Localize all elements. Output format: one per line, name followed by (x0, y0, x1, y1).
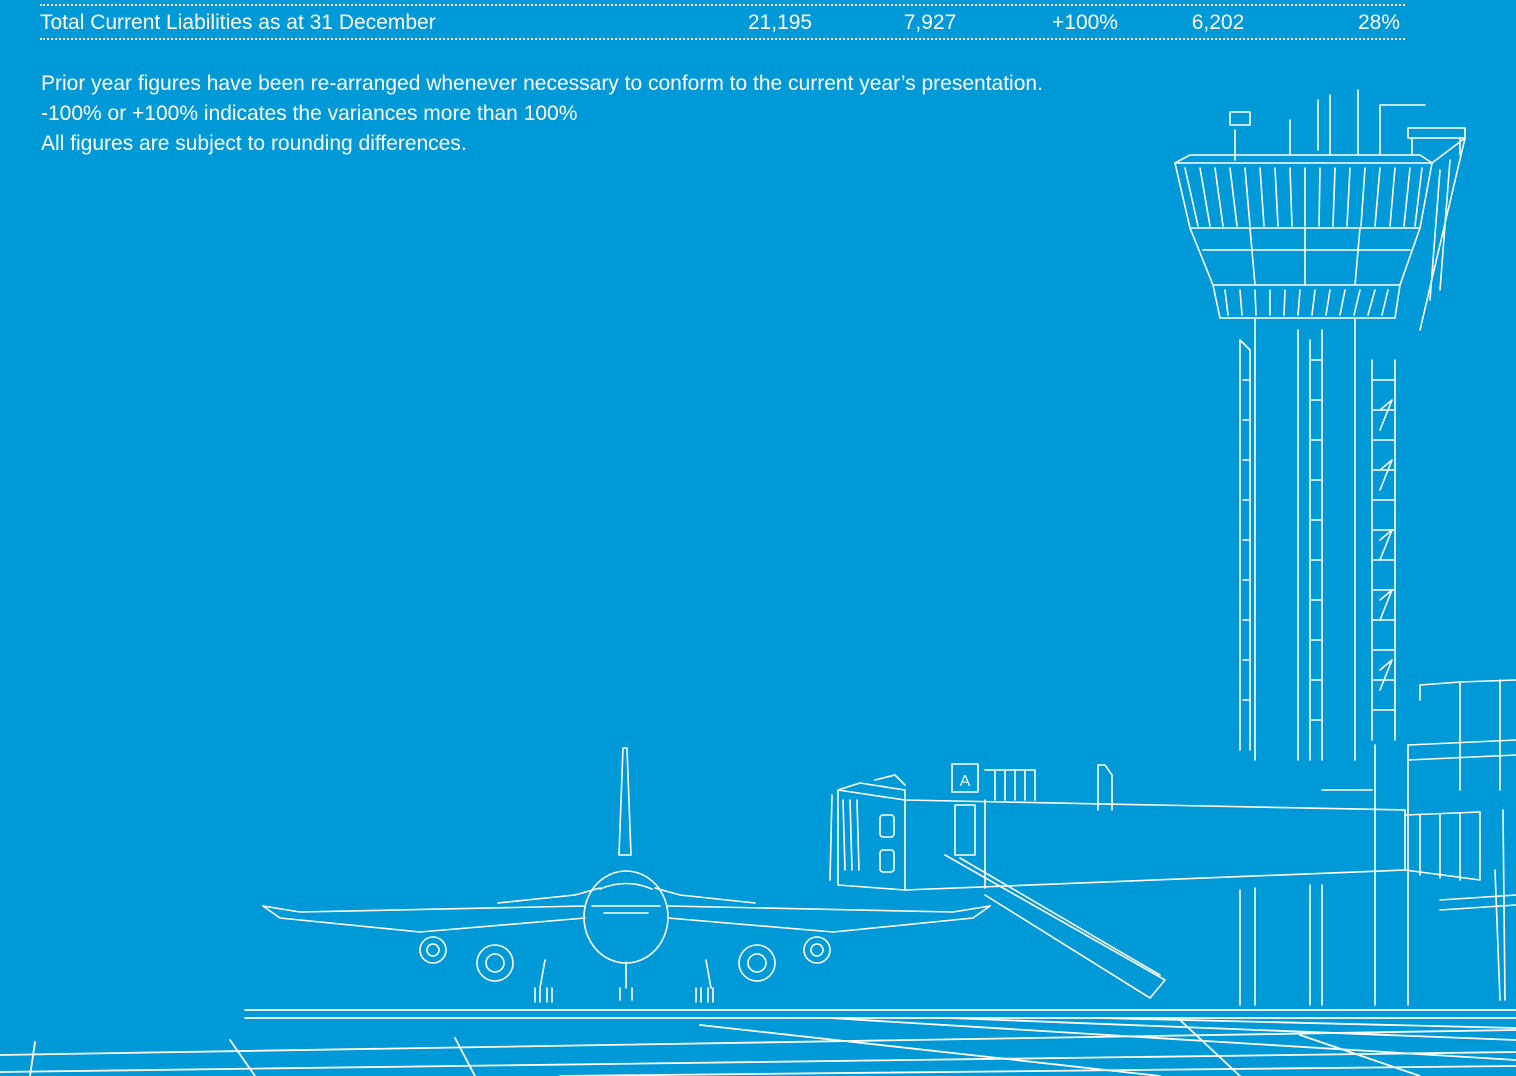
value-current-year: 21,195 (747, 11, 813, 34)
row-label: Total Current Liabilities as at 31 Decem… (40, 11, 436, 34)
footnotes: Prior year figures have been re-arranged… (41, 69, 1241, 159)
note-variances: -100% or +100% indicates the variances m… (41, 102, 578, 125)
note-rounding: All figures are subject to rounding diff… (41, 132, 467, 155)
note-rearranged: Prior year figures have been re-arranged… (41, 72, 1043, 95)
total-current-liabilities-row: Total Current Liabilities as at 31 Decem… (40, 4, 1405, 40)
page: A Total Current Liabilities as at 31 Dec… (0, 0, 1516, 1076)
variance-2: 28% (1357, 11, 1400, 34)
value-third-column: 6,202 (1191, 11, 1245, 34)
gate-letter: A (960, 773, 971, 790)
dotted-rule-bottom (40, 38, 1405, 40)
apron-grid (0, 1010, 1516, 1076)
jet-bridge-drawing: A (830, 764, 1480, 1005)
value-prior-year: 7,927 (903, 11, 957, 34)
variance-1: +100% (1052, 11, 1118, 34)
control-tower-drawing (1175, 90, 1516, 1005)
airport-illustration: A (0, 0, 1516, 1076)
dotted-rule-top (40, 4, 1405, 6)
